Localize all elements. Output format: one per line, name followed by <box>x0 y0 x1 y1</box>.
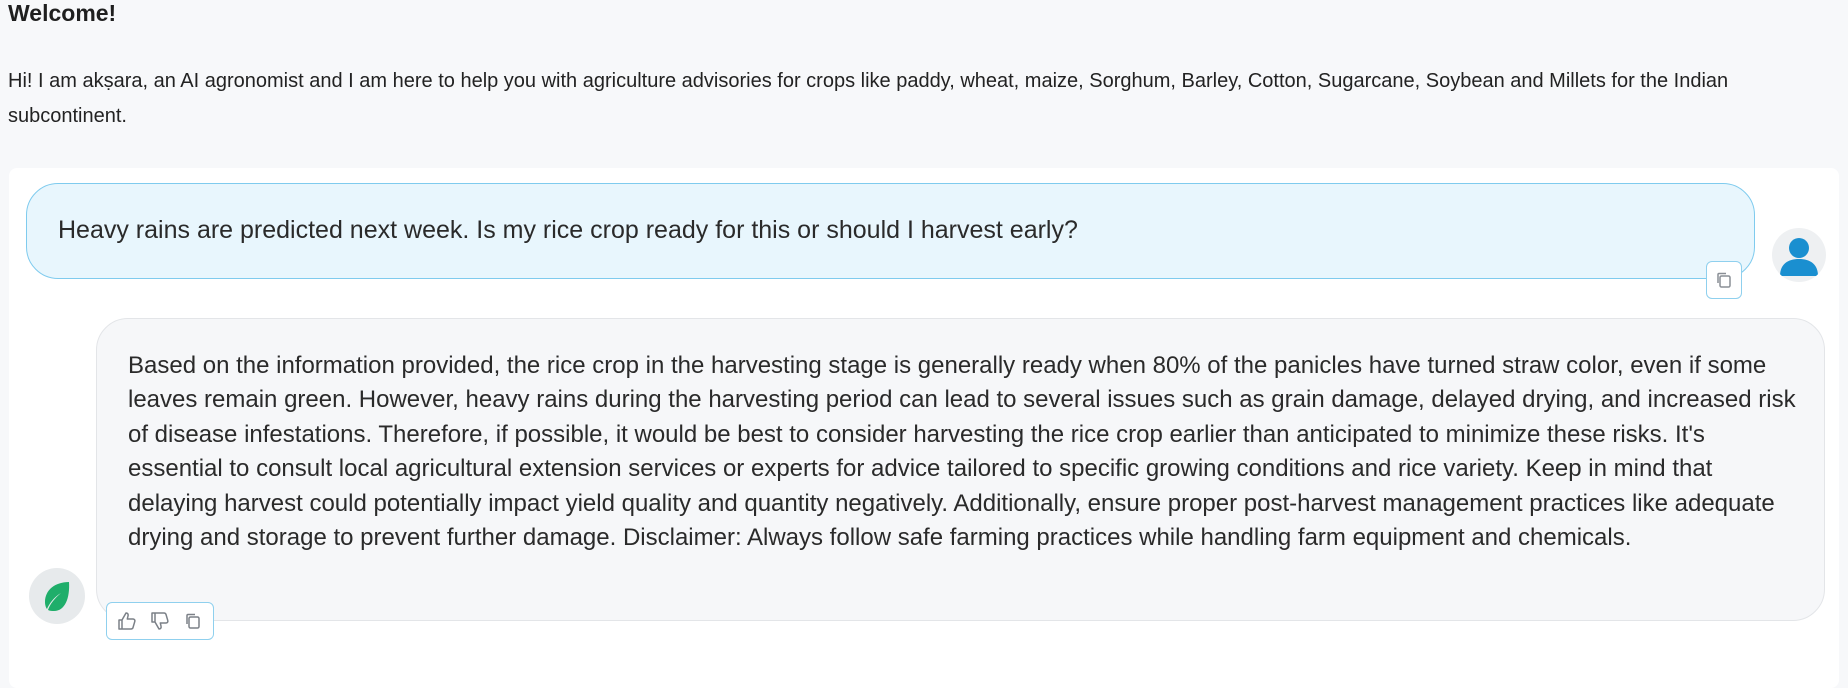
intro-text: Hi! I am akṣara, an AI agronomist and I … <box>8 70 1729 127</box>
intro-section: Welcome! Hi! I am akṣara, an AI agronomi… <box>8 0 1840 134</box>
thumbs-up-icon <box>118 612 136 630</box>
user-avatar-icon <box>1780 238 1818 276</box>
user-message-bubble: Heavy rains are predicted next week. Is … <box>26 183 1755 279</box>
leaf-icon <box>45 582 70 611</box>
user-message-text: Heavy rains are predicted next week. Is … <box>58 216 1078 244</box>
user-avatar <box>1772 228 1826 282</box>
bot-message-text: Based on the information provided, the r… <box>128 352 1796 552</box>
welcome-title: Welcome! <box>8 0 117 26</box>
bot-copy-button[interactable] <box>179 607 207 635</box>
bot-avatar <box>29 568 85 624</box>
copy-icon <box>185 613 200 629</box>
like-button[interactable] <box>113 607 141 635</box>
thumbs-down-icon <box>151 612 169 630</box>
dislike-button[interactable] <box>146 607 174 635</box>
bot-message-bubble: Based on the information provided, the r… <box>96 318 1825 621</box>
bot-message-actions <box>106 602 214 640</box>
user-copy-button[interactable] <box>1706 261 1742 299</box>
copy-icon <box>1717 272 1731 288</box>
